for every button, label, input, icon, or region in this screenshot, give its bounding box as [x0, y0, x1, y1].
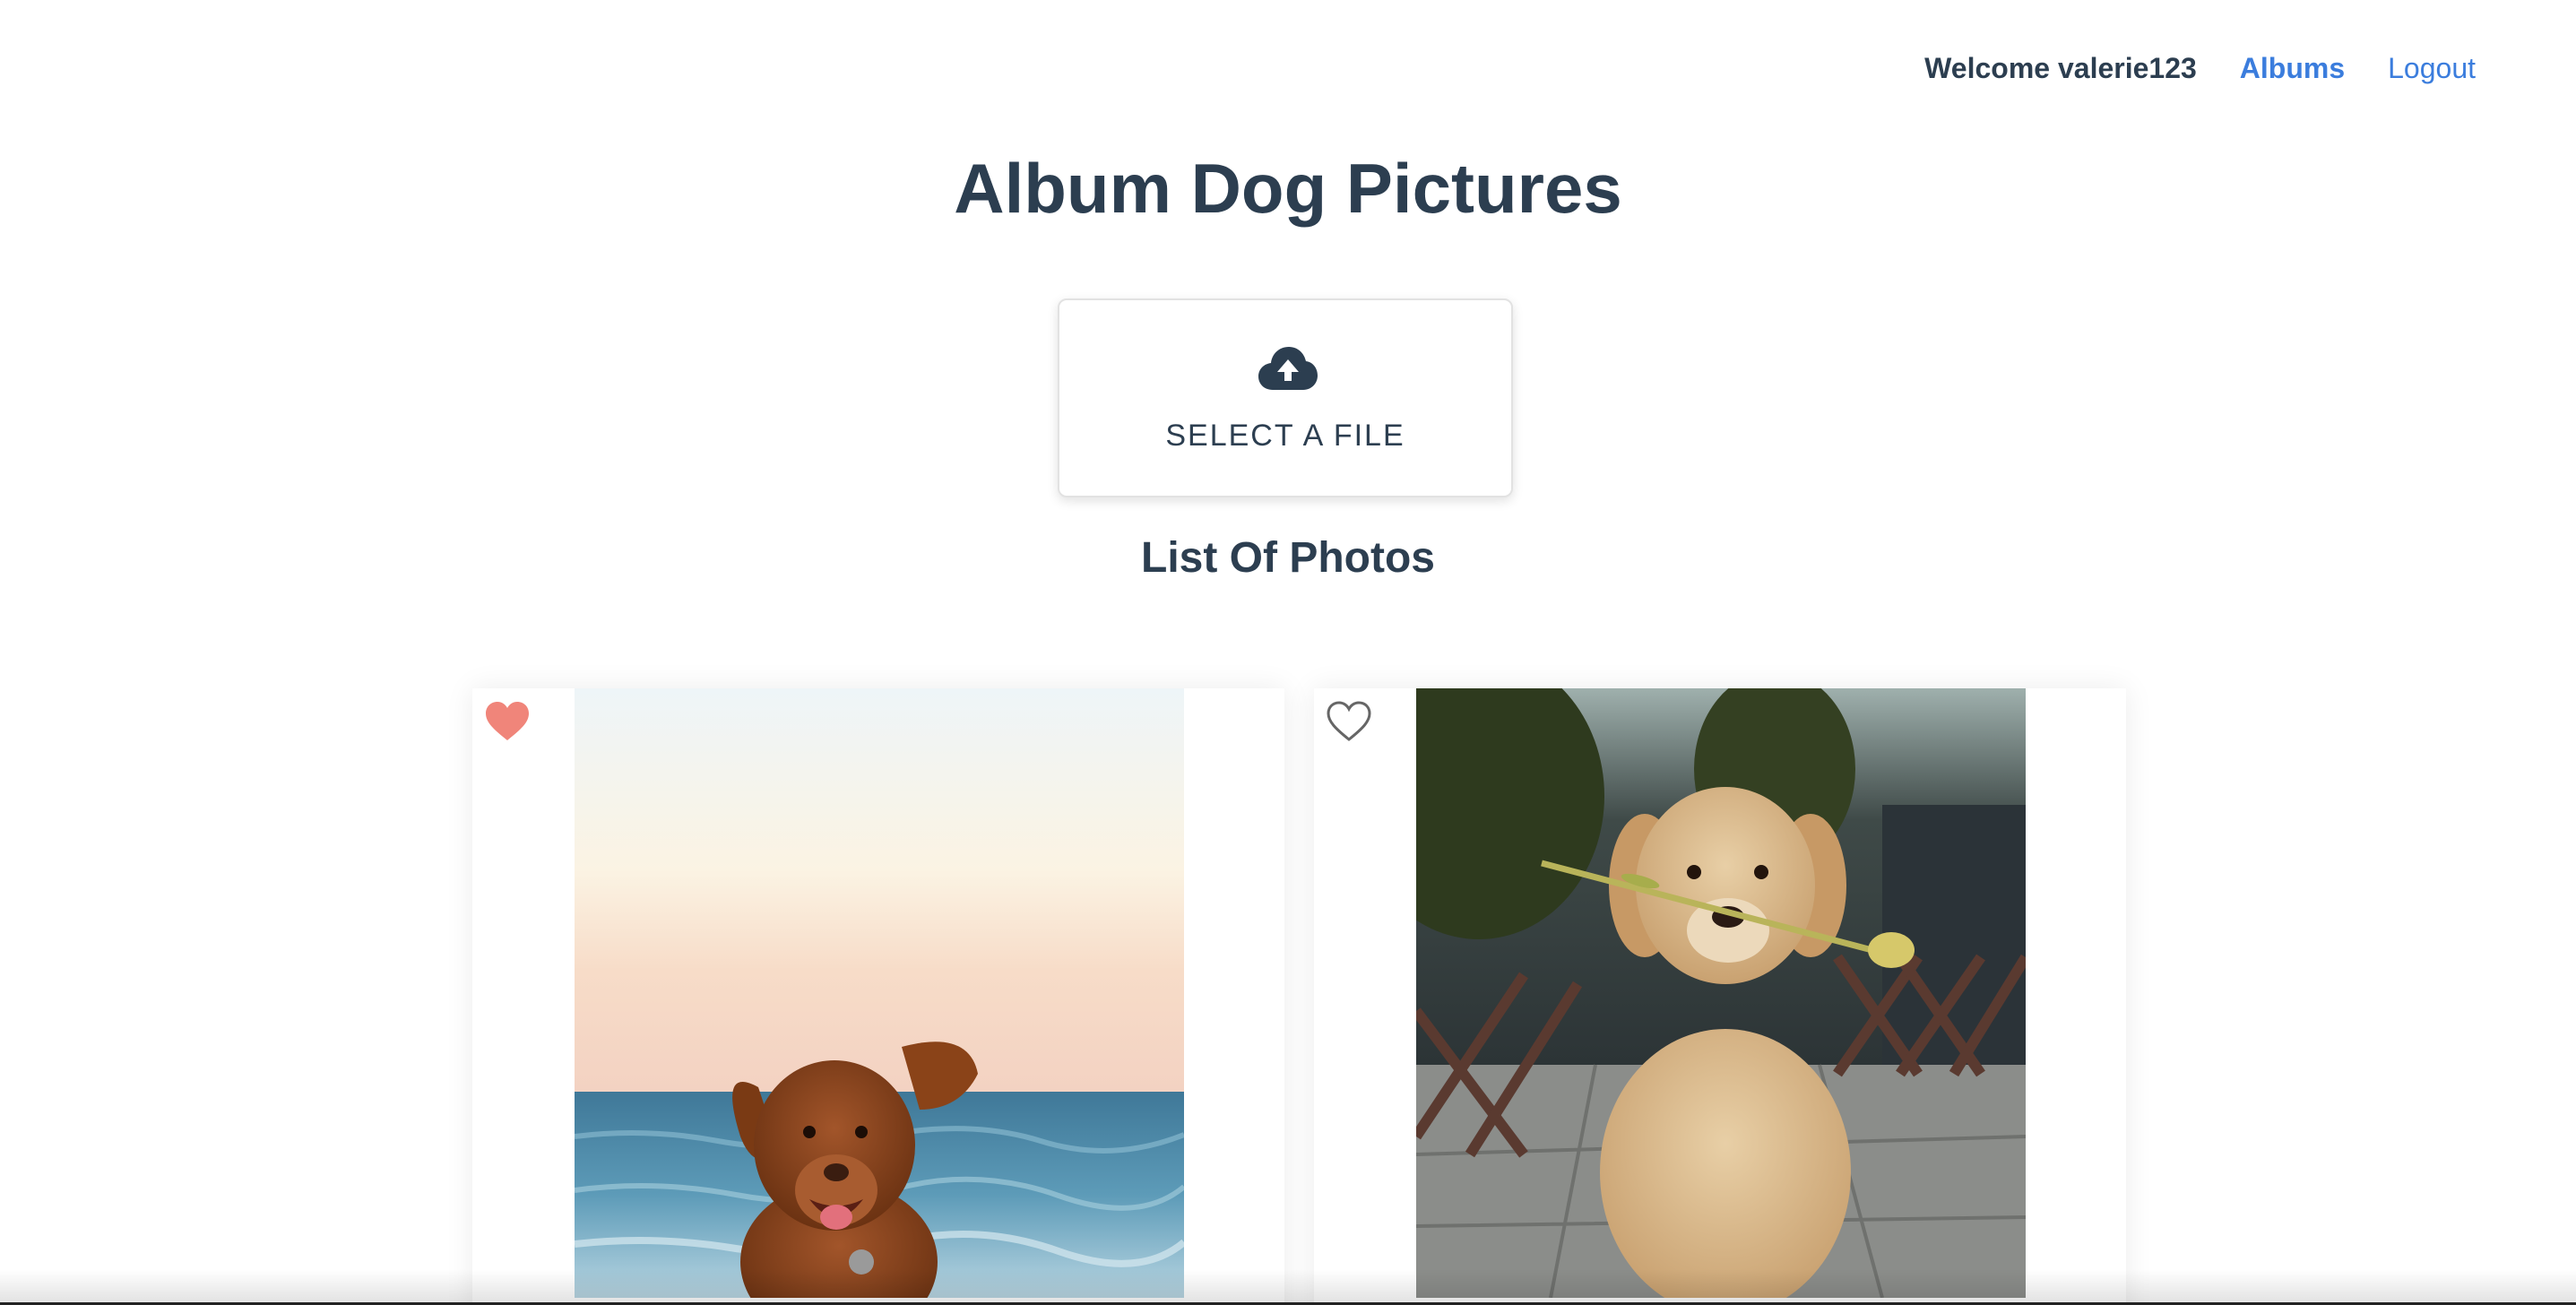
select-file-label: SELECT A FILE — [1165, 419, 1405, 453]
cloud-upload-icon — [1258, 347, 1318, 390]
page: Welcome valerie123 Albums Logout Album D… — [0, 0, 2576, 1305]
logout-link[interactable]: Logout — [2388, 52, 2476, 85]
welcome-text: Welcome valerie123 — [1924, 52, 2197, 84]
heart-filled-icon[interactable] — [485, 701, 530, 742]
heart-outline-icon[interactable] — [1327, 701, 1371, 742]
bottom-shadow — [0, 1269, 2576, 1305]
albums-link[interactable]: Albums — [2240, 52, 2345, 85]
list-title: List Of Photos — [1141, 534, 1435, 582]
select-file-button[interactable]: SELECT A FILE — [1058, 298, 1513, 497]
top-nav: Welcome valerie123 Albums Logout — [1924, 52, 2476, 85]
photo-card — [472, 688, 1284, 1305]
page-title: Album Dog Pictures — [954, 149, 1622, 228]
dog-flower-photo[interactable] — [1416, 688, 2026, 1298]
dog-beach-photo[interactable] — [575, 688, 1184, 1298]
photo-card — [1314, 688, 2126, 1305]
